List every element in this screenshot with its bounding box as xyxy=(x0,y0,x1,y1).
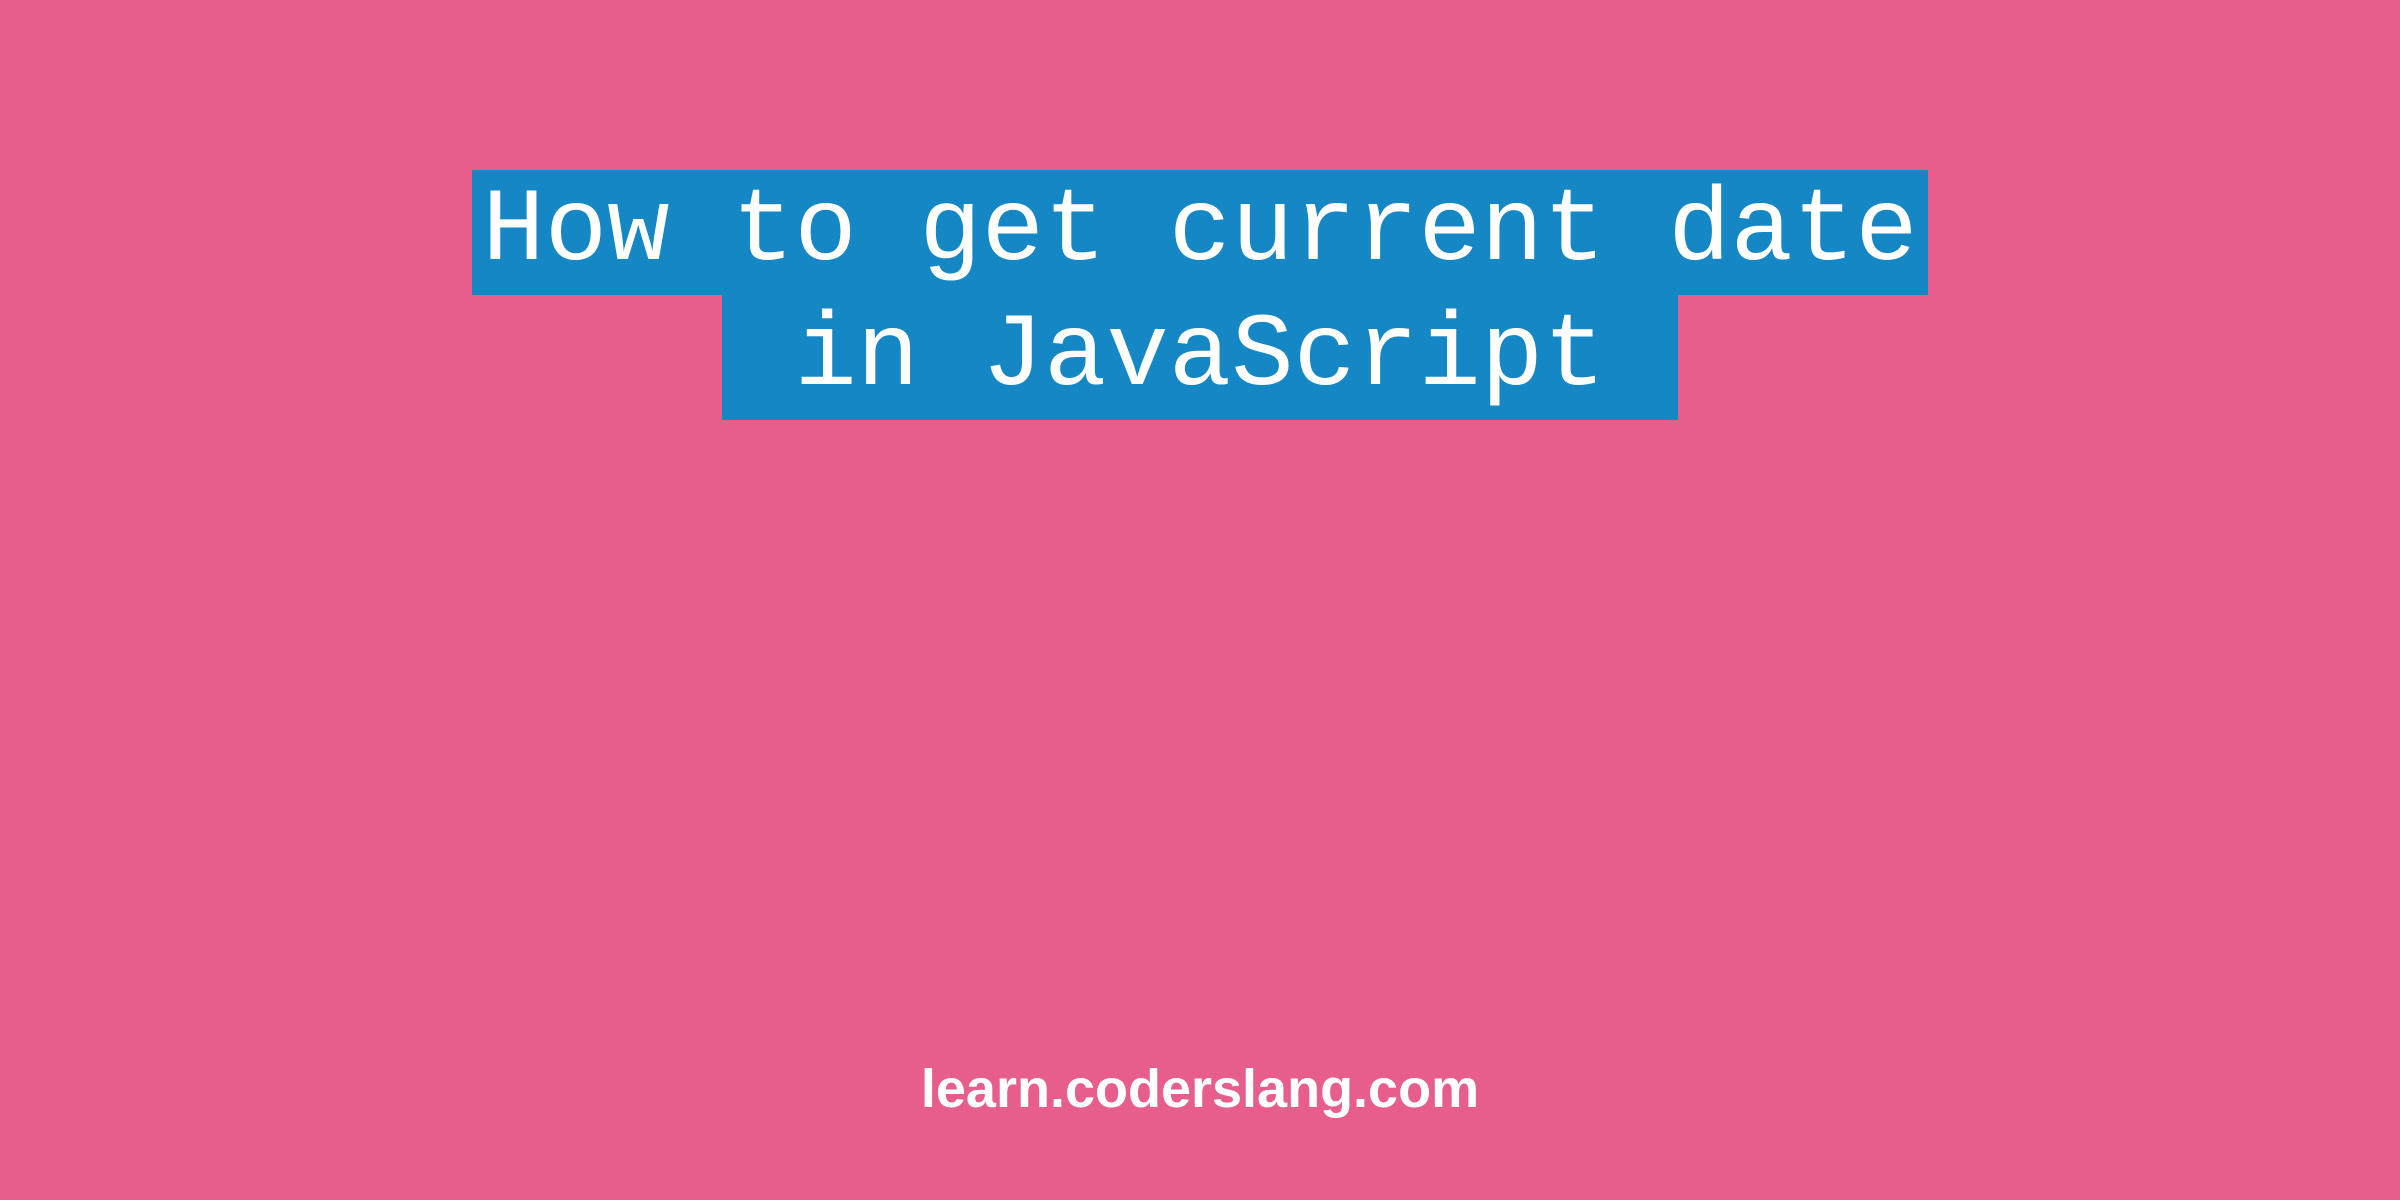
title-line-1: How to get current date xyxy=(472,170,1927,295)
title-line-wrapper-1: How to get current date xyxy=(0,170,2400,295)
title-line-wrapper-2: in JavaScript xyxy=(0,295,2400,420)
title-line-2: in JavaScript xyxy=(722,295,1678,420)
footer-text: learn.coderslang.com xyxy=(0,1058,2400,1120)
title-container: How to get current date in JavaScript xyxy=(0,170,2400,420)
